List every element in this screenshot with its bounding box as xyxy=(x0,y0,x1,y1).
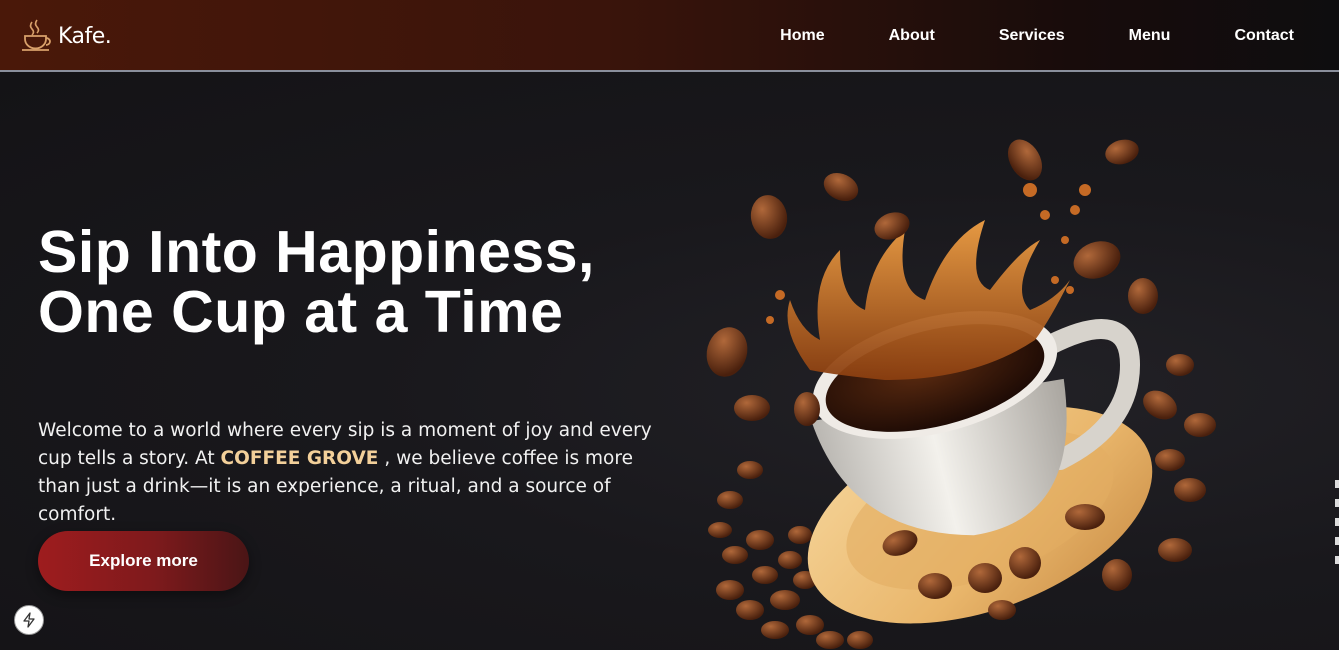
lightning-bolt-icon xyxy=(23,612,35,628)
brand-highlight: COFFEE GROVE xyxy=(220,448,379,469)
hero-headline: Sip Into Happiness, One Cup at a Time xyxy=(38,219,595,345)
coffee-cup-icon xyxy=(22,19,51,51)
explore-more-button[interactable]: Explore more xyxy=(38,531,249,591)
logo-text: Kafe. xyxy=(58,23,112,49)
navbar: Kafe. Home About Services Menu Contact xyxy=(0,0,1339,72)
logo[interactable]: Kafe. xyxy=(20,16,112,56)
nav-about[interactable]: About xyxy=(889,27,935,45)
nav-home[interactable]: Home xyxy=(780,27,824,45)
nav-services[interactable]: Services xyxy=(999,27,1065,45)
coffee-cup-illustration xyxy=(706,139,1216,649)
nav-contact[interactable]: Contact xyxy=(1234,27,1294,45)
scroll-indicator xyxy=(1335,480,1339,590)
quick-action-button[interactable] xyxy=(14,605,44,635)
hero-description: Welcome to a world where every sip is a … xyxy=(38,417,668,529)
main-nav: Home About Services Menu Contact xyxy=(716,0,1294,72)
nav-menu[interactable]: Menu xyxy=(1129,27,1171,45)
